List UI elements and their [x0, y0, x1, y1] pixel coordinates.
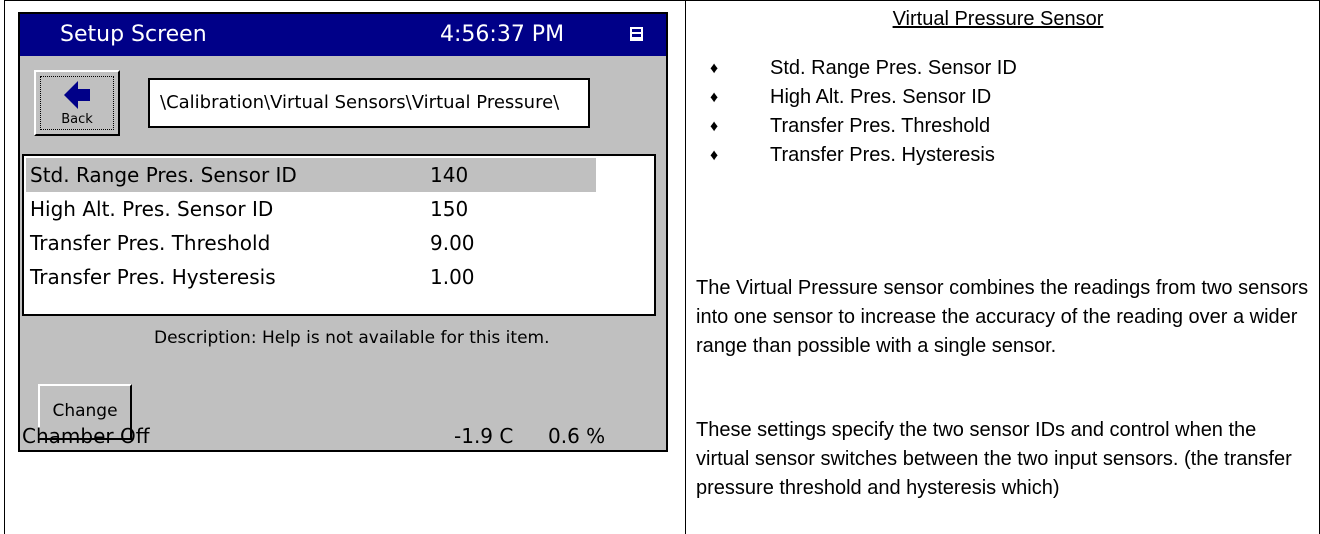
item-name: Std. Range Pres. Sensor ID: [30, 163, 297, 187]
item-value: 9.00: [430, 231, 475, 255]
temperature-readout: -1.9 C: [454, 424, 514, 448]
list-item[interactable]: Transfer Pres. Threshold 9.00: [26, 226, 596, 260]
clock: 4:56:37 PM: [440, 22, 565, 47]
bullet-text: High Alt. Pres. Sensor ID: [770, 86, 992, 108]
menu-icon[interactable]: [630, 27, 643, 41]
settings-paragraph: These settings specify the two sensor ID…: [696, 419, 1292, 499]
item-value: 1.00: [430, 265, 475, 289]
humidity-readout: 0.6 %: [548, 424, 606, 448]
bullet-diamond-icon: ♦: [710, 89, 719, 106]
device-screen: Setup Screen 4:56:37 PM Back \Calibratio…: [18, 12, 668, 452]
item-value: 150: [430, 197, 469, 221]
list-item[interactable]: Transfer Pres. Hysteresis 1.00: [26, 260, 596, 294]
description-paragraph: The Virtual Pressure sensor combines the…: [696, 277, 1309, 357]
document-table: Setup Screen 4:56:37 PM Back \Calibratio…: [0, 0, 1320, 534]
bullet-diamond-icon: ♦: [710, 60, 719, 77]
bullet-text: Transfer Pres. Hysteresis: [770, 144, 995, 166]
bullet-text: Std. Range Pres. Sensor ID: [770, 57, 1017, 79]
chamber-status: Chamber Off: [22, 424, 150, 448]
list-item[interactable]: High Alt. Pres. Sensor ID 150: [26, 192, 596, 226]
document-text-column: Virtual Pressure Sensor ♦ Std. Range Pre…: [696, 0, 1316, 534]
item-value: 140: [430, 163, 469, 187]
item-name: High Alt. Pres. Sensor ID: [30, 197, 274, 221]
item-name: Transfer Pres. Hysteresis: [30, 265, 276, 289]
screen-title: Setup Screen: [60, 22, 207, 47]
table-border-left: [4, 0, 5, 534]
list-item[interactable]: Std. Range Pres. Sensor ID 140: [26, 158, 596, 192]
back-label: Back: [61, 112, 93, 127]
section-heading: Virtual Pressure Sensor: [892, 8, 1104, 30]
back-button[interactable]: Back: [34, 70, 120, 136]
path-field: \Calibration\Virtual Sensors\Virtual Pre…: [148, 78, 590, 128]
bullet-diamond-icon: ♦: [710, 147, 719, 164]
item-name: Transfer Pres. Threshold: [30, 231, 271, 255]
settings-list[interactable]: Std. Range Pres. Sensor ID 140 High Alt.…: [22, 154, 656, 316]
bullet-text: Transfer Pres. Threshold: [770, 115, 991, 137]
title-bar: Setup Screen 4:56:37 PM: [20, 14, 666, 56]
table-column-divider: [685, 0, 686, 534]
bullet-diamond-icon: ♦: [710, 118, 719, 135]
description-text: Description: Help is not available for t…: [154, 328, 550, 348]
